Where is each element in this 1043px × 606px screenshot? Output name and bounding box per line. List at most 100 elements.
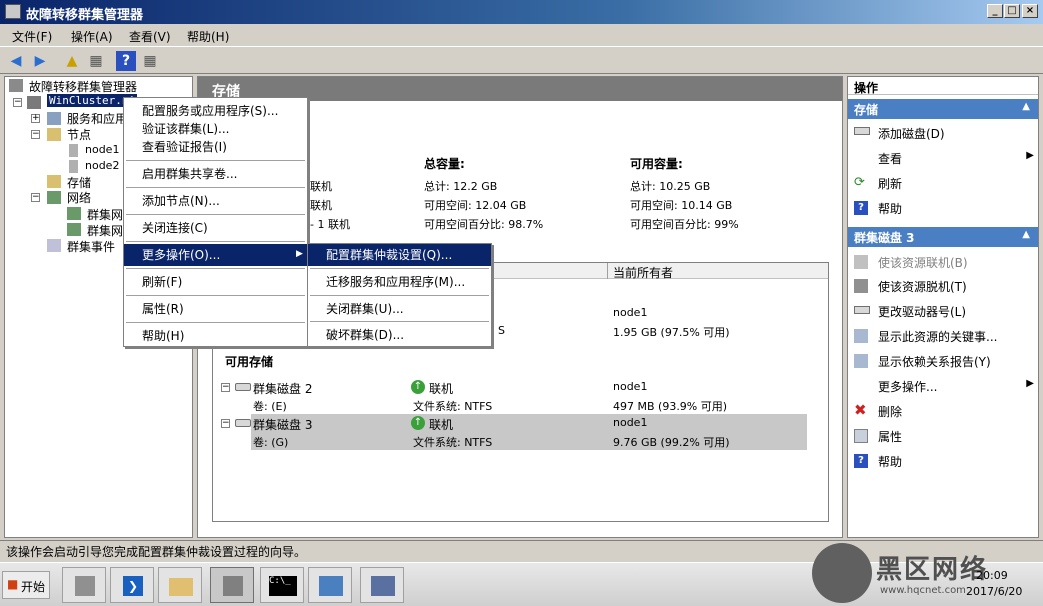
disk-icon — [235, 383, 251, 391]
back-arrow-icon[interactable]: ◀ — [6, 51, 26, 71]
menu-properties[interactable]: 属性(R) — [124, 298, 184, 320]
properties-icon — [854, 429, 868, 443]
tree-node2[interactable]: node2 — [85, 159, 119, 172]
available-storage-group: 可用存储 — [225, 355, 274, 369]
total-capacity-pct: 可用空间百分比: 98.7% — [424, 218, 544, 231]
menu-help[interactable]: 帮助(H) — [124, 325, 184, 347]
disk3-name[interactable]: 群集磁盘 3 — [253, 416, 312, 433]
action-help[interactable]: ? 帮助 — [854, 200, 1034, 218]
watermark-text: 黑区网络 — [876, 555, 989, 585]
show-hide-tree-icon[interactable]: ▦ — [86, 51, 106, 71]
taskbar-network-icon[interactable] — [360, 567, 404, 603]
summary-online: 联机 — [310, 180, 332, 193]
actions-section-disk3[interactable]: 群集磁盘 3 ▲ — [848, 227, 1038, 247]
start-label: 开始 — [21, 580, 46, 594]
action-show-critical-events[interactable]: 显示此资源的关键事... — [854, 328, 1034, 346]
up-folder-icon[interactable]: ▲ — [62, 51, 82, 71]
cluster-manager-icon — [9, 79, 23, 92]
actions-title: 操作 — [848, 77, 1038, 95]
column-header-owner[interactable]: 当前所有者 — [613, 264, 673, 281]
menu-enable-csv[interactable]: 启用群集共享卷... — [124, 163, 237, 185]
action-label: 添加磁盘(D) — [878, 127, 945, 141]
collapse-arrow-icon[interactable]: ▲ — [1022, 229, 1030, 240]
collapse-icon[interactable]: − — [13, 98, 22, 107]
tree-root[interactable]: 故障转移群集管理器 — [29, 78, 137, 95]
close-button[interactable]: × — [1022, 4, 1038, 18]
forward-arrow-icon[interactable]: ▶ — [30, 51, 50, 71]
menu-action[interactable]: 操作(A) — [71, 28, 113, 45]
collapse-icon[interactable]: − — [31, 193, 40, 202]
help-icon[interactable]: ? — [116, 51, 136, 71]
take-offline-icon — [854, 279, 868, 293]
menu-help[interactable]: 帮助(H) — [187, 28, 229, 45]
start-button[interactable]: ■ 开始 — [2, 571, 50, 599]
network-icon — [67, 207, 81, 220]
menu-more-actions[interactable]: 更多操作(O)... — [124, 244, 307, 266]
clock-date[interactable]: 2017/6/20 — [966, 585, 1022, 598]
action-properties[interactable]: 属性 — [854, 428, 1034, 446]
submenu-destroy-cluster[interactable]: 破坏群集(D)... — [308, 324, 404, 346]
taskbar-cmd-icon[interactable]: C:\_ — [260, 567, 304, 603]
action-add-disk[interactable]: 添加磁盘(D) — [854, 125, 1034, 143]
clock-time[interactable]: 20:09 — [976, 569, 1008, 582]
witness-owner: node1 — [613, 306, 648, 319]
taskbar-explorer-icon[interactable] — [158, 567, 202, 603]
menu-refresh[interactable]: 刷新(F) — [124, 271, 182, 293]
tree-net1[interactable]: 群集网 — [87, 206, 123, 223]
action-bring-online[interactable]: 使该资源联机(B) — [854, 254, 1034, 272]
action-take-offline[interactable]: 使该资源脱机(T) — [854, 278, 1034, 296]
menu-bar: 文件(F) 操作(A) 查看(V) 帮助(H) — [0, 24, 1043, 46]
action-label: 显示此资源的关键事... — [878, 330, 998, 344]
menu-view-validation-report[interactable]: 查看验证报告(I) — [124, 136, 227, 158]
help-icon: ? — [854, 454, 868, 468]
menu-close-connection[interactable]: 关闭连接(C) — [124, 217, 208, 239]
tree-network[interactable]: 网络 — [67, 189, 91, 206]
action-more-actions[interactable]: 更多操作... ▶ — [854, 378, 1034, 396]
disk2-capacity: 497 MB (93.9% 可用) — [613, 400, 728, 413]
help-icon: ? — [854, 201, 868, 215]
tree-net2[interactable]: 群集网 — [87, 222, 123, 239]
expand-icon[interactable]: + — [31, 114, 40, 123]
disk2-name[interactable]: 群集磁盘 2 — [253, 380, 312, 397]
disk-icon — [854, 306, 870, 314]
action-view[interactable]: 查看 ▶ — [854, 150, 1034, 168]
taskbar-server-manager-icon[interactable] — [62, 567, 106, 603]
submenu-configure-quorum[interactable]: 配置群集仲裁设置(Q)... — [308, 244, 491, 266]
maximize-button[interactable]: □ — [1004, 4, 1020, 18]
action-change-drive-letter[interactable]: 更改驱动器号(L) — [854, 303, 1034, 321]
tree-services[interactable]: 服务和应用 — [67, 110, 127, 127]
menu-file[interactable]: 文件(F) — [12, 28, 52, 45]
collapse-icon[interactable]: − — [221, 419, 230, 428]
action-refresh[interactable]: ⟳ 刷新 — [854, 175, 1034, 193]
action-show-dependency-report[interactable]: 显示依赖关系报告(Y) — [854, 353, 1034, 371]
show-hide-action-pane-icon[interactable]: ▦ — [140, 51, 160, 71]
menu-add-node[interactable]: 添加节点(N)... — [124, 190, 220, 212]
action-label: 删除 — [878, 405, 903, 419]
bring-online-icon — [854, 255, 868, 269]
services-icon — [47, 112, 61, 125]
collapse-icon[interactable]: − — [31, 130, 40, 139]
taskbar-powershell-icon[interactable]: ❯ — [110, 567, 154, 603]
tree-node1[interactable]: node1 — [85, 143, 119, 156]
menu-view[interactable]: 查看(V) — [129, 28, 171, 45]
action-help-2[interactable]: ? 帮助 — [854, 453, 1034, 471]
taskbar-cluster-manager-icon[interactable] — [210, 567, 254, 603]
minimize-button[interactable]: _ — [987, 4, 1003, 18]
tree-events[interactable]: 群集事件 — [67, 238, 115, 255]
submenu-arrow-icon: ▶ — [296, 249, 303, 259]
disk3-status: 联机 — [429, 418, 454, 432]
collapse-icon[interactable]: − — [221, 383, 230, 392]
refresh-icon: ⟳ — [854, 175, 865, 190]
submenu-shutdown-cluster[interactable]: 关闭群集(U)... — [308, 298, 404, 320]
actions-section-storage[interactable]: 存储 ▲ — [848, 99, 1038, 119]
action-label: 更改驱动器号(L) — [878, 305, 967, 319]
action-delete[interactable]: ✖ 删除 — [854, 403, 1034, 421]
total-capacity-free: 可用空间: 12.04 GB — [424, 199, 527, 212]
windows-logo-icon: ■ — [7, 577, 19, 591]
collapse-arrow-icon[interactable]: ▲ — [1022, 101, 1030, 112]
action-label: 帮助 — [878, 202, 903, 216]
submenu-migrate-services[interactable]: 迁移服务和应用程序(M)... — [308, 271, 465, 293]
tree-nodes[interactable]: 节点 — [67, 126, 91, 143]
window-title: 故障转移群集管理器 — [26, 8, 144, 23]
taskbar-control-panel-icon[interactable] — [308, 567, 352, 603]
